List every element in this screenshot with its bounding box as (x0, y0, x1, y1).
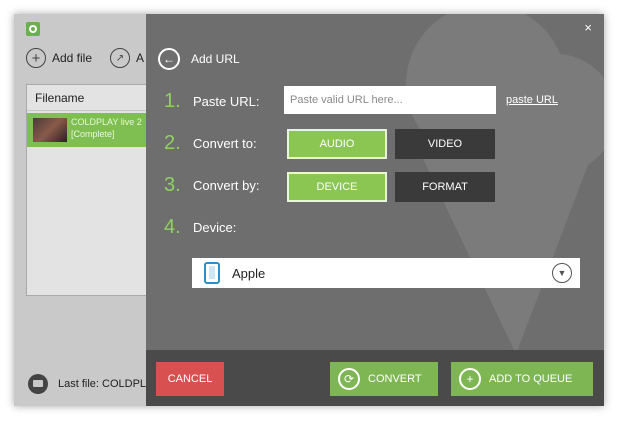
file-list: Filename COLDPLAY live 2 [Complete] (26, 84, 148, 296)
share-label: A (136, 51, 145, 65)
back-button[interactable]: ← (158, 48, 180, 70)
last-file-label: Last file: COLDPL (58, 378, 147, 390)
close-icon[interactable]: × (584, 20, 592, 35)
convert-button[interactable]: ⟳ CONVERT (330, 362, 438, 396)
add-to-queue-button[interactable]: + ADD TO QUEUE (451, 362, 593, 396)
file-name: COLDPLAY live 2 (71, 117, 142, 127)
dialog-title: Add URL (191, 52, 240, 66)
convert-label: CONVERT (368, 373, 422, 385)
share-icon: ↗ (110, 48, 130, 68)
tablet-icon (204, 262, 220, 284)
refresh-icon: ⟳ (338, 368, 360, 390)
video-button[interactable]: VIDEO (395, 129, 495, 159)
last-file-bar[interactable]: Last file: COLDPL (28, 374, 146, 394)
step-label-paste-url: Paste URL: (193, 94, 260, 109)
add-url-dialog: × ← Add URL 1. Paste URL: paste URL 2. C… (146, 14, 604, 406)
device-selected-value: Apple (232, 265, 266, 281)
file-status: [Complete] (71, 129, 115, 139)
plus-icon: + (26, 48, 46, 68)
folder-icon[interactable] (28, 374, 48, 394)
dialog-footer: CANCEL ⟳ CONVERT + ADD TO QUEUE (146, 350, 604, 406)
chevron-down-icon[interactable]: ▼ (552, 263, 572, 283)
device-dropdown[interactable]: Apple ▼ (192, 258, 580, 288)
url-input[interactable] (284, 86, 496, 114)
plus-icon: + (459, 368, 481, 390)
app-logo-icon (26, 22, 40, 36)
step-number-3: 3. (164, 174, 181, 196)
device-button[interactable]: DEVICE (287, 172, 387, 202)
step-label-convert-to: Convert to: (193, 136, 257, 151)
paste-url-link[interactable]: paste URL (506, 94, 558, 106)
step-number-1: 1. (164, 90, 181, 112)
add-to-queue-label: ADD TO QUEUE (489, 373, 573, 385)
file-list-item[interactable]: COLDPLAY live 2 [Complete] (27, 113, 147, 147)
add-file-label: Add file (52, 51, 93, 65)
step-number-4: 4. (164, 216, 181, 238)
filename-column-header: Filename (27, 85, 147, 111)
audio-button[interactable]: AUDIO (287, 129, 387, 159)
cancel-button[interactable]: CANCEL (156, 362, 224, 396)
step-number-2: 2. (164, 132, 181, 154)
step-label-device: Device: (193, 220, 237, 235)
step-label-convert-by: Convert by: (193, 178, 260, 193)
format-button[interactable]: FORMAT (395, 172, 495, 202)
arrow-left-icon: ← (163, 52, 175, 66)
video-thumbnail (33, 118, 67, 142)
share-button[interactable]: ↗ A (110, 48, 144, 68)
add-file-button[interactable]: + Add file (26, 48, 92, 68)
app-window: + Add file ↗ A Filename COLDPLAY live 2 … (14, 14, 604, 406)
